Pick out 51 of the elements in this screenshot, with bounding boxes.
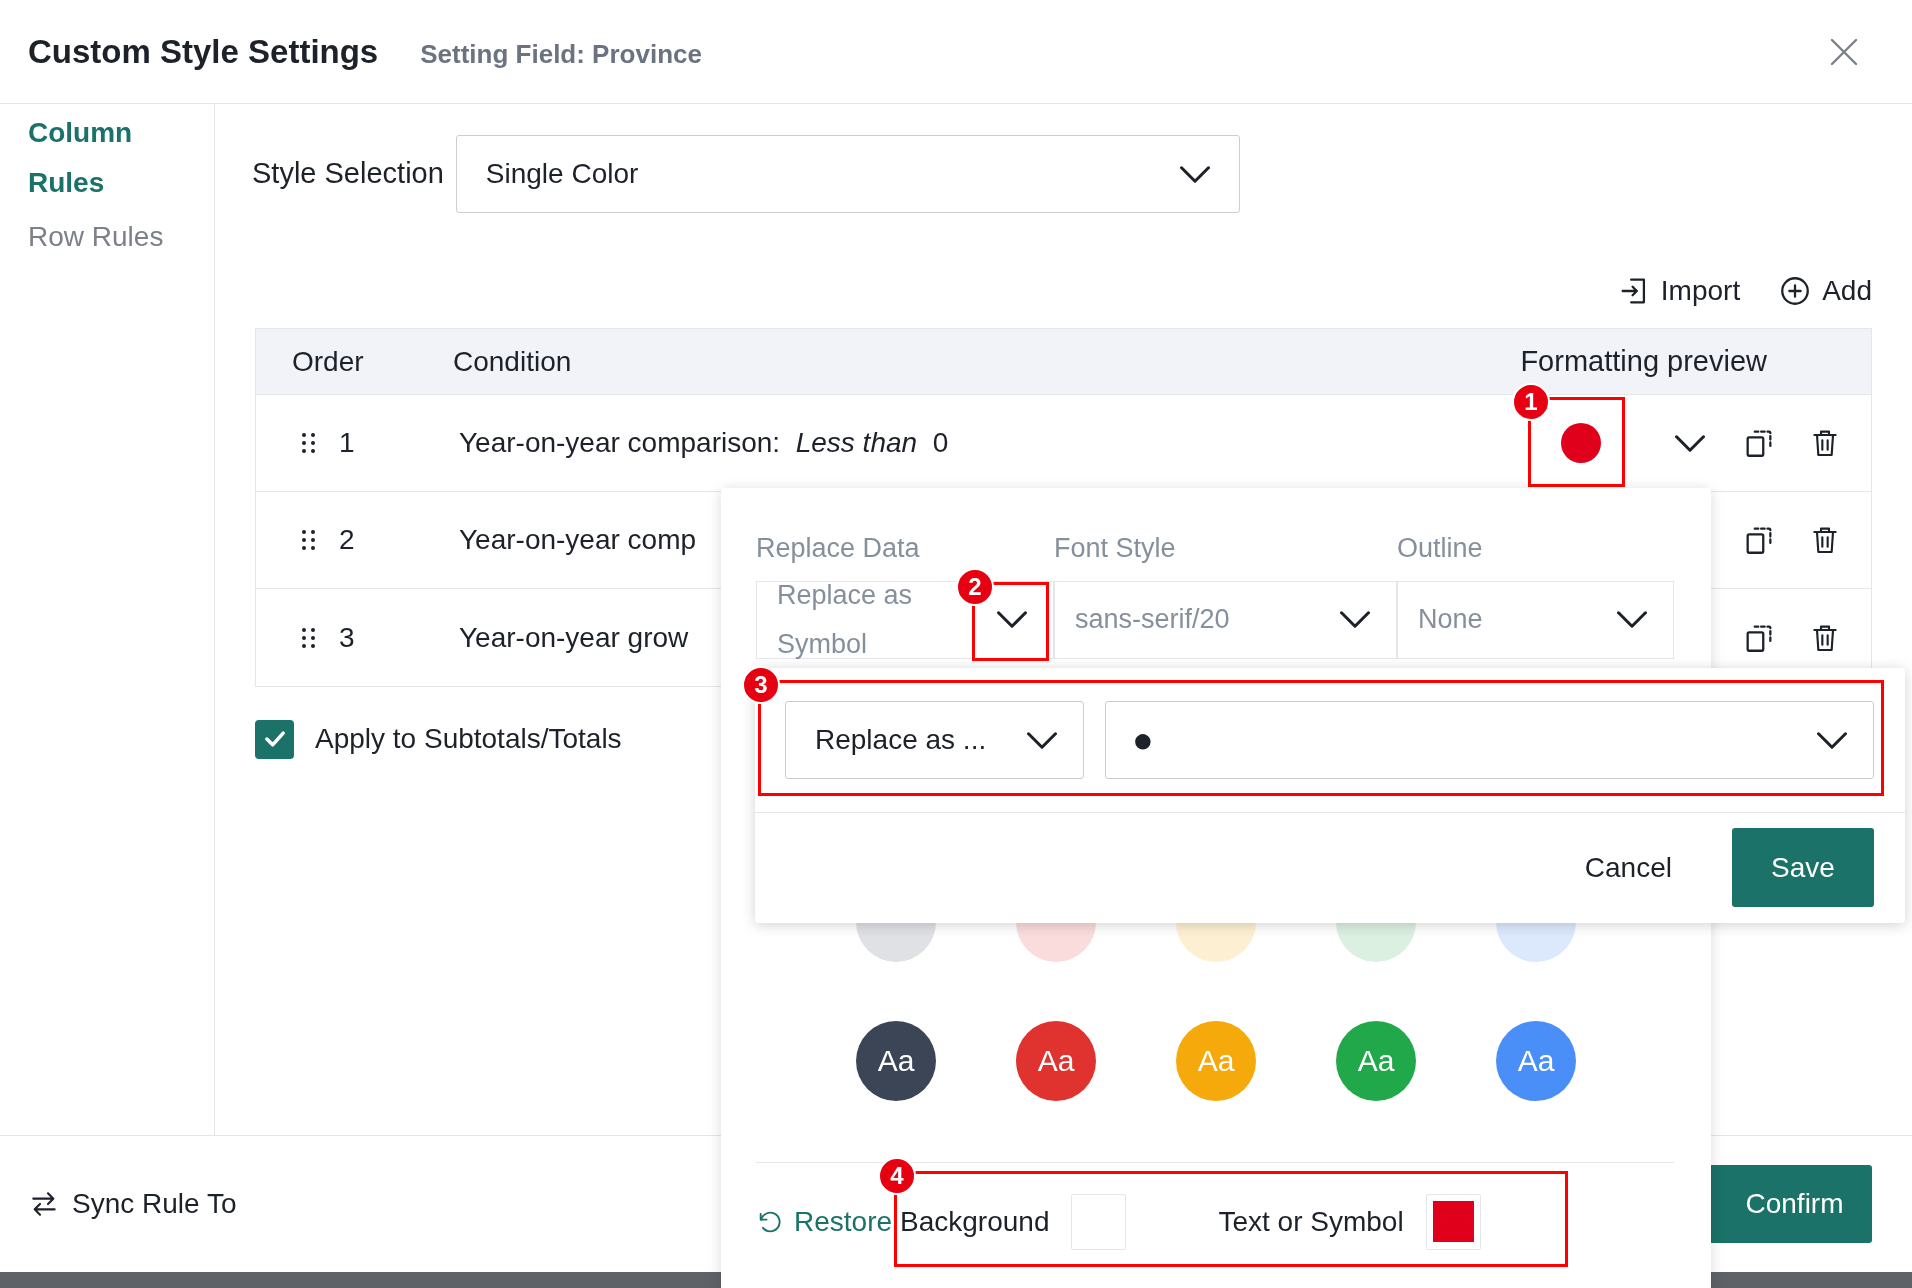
drag-handle-icon[interactable] bbox=[302, 530, 315, 550]
condition-cell-text: Year-on-year grow bbox=[459, 620, 689, 655]
select-field[interactable]: None bbox=[1397, 580, 1674, 659]
checkbox-label: Apply to Subtotals/Totals bbox=[315, 722, 622, 756]
color-swatch[interactable] bbox=[1071, 1193, 1127, 1250]
field-label: Replace Data bbox=[756, 532, 921, 565]
field-label: Font Style bbox=[1054, 532, 1177, 565]
add-button[interactable]: Add bbox=[1778, 270, 1872, 312]
expand-button[interactable] bbox=[1675, 434, 1705, 452]
checkbox[interactable] bbox=[255, 719, 294, 759]
cancel-button[interactable]: Cancel bbox=[1584, 846, 1672, 889]
save-button[interactable]: Save bbox=[1732, 828, 1874, 907]
column-header: Condition bbox=[453, 344, 573, 379]
condition-cell-text: Year-on-year comp bbox=[459, 523, 697, 557]
color-option[interactable]: Aa bbox=[1496, 1020, 1576, 1101]
chevron-down-icon bbox=[1675, 434, 1705, 452]
style-select[interactable]: Single Color bbox=[455, 135, 1240, 213]
symbol-select[interactable]: ● bbox=[1105, 701, 1874, 779]
sidebar-item[interactable]: Row Rules bbox=[28, 212, 214, 262]
color-swatch[interactable] bbox=[1425, 1193, 1481, 1250]
color-option[interactable]: Aa bbox=[856, 1020, 936, 1101]
chevron-down-icon bbox=[1617, 611, 1647, 628]
chevron-down-icon bbox=[997, 611, 1027, 628]
select-field[interactable]: sans-serif/20 bbox=[1054, 580, 1397, 659]
import-button[interactable]: Import bbox=[1616, 270, 1741, 312]
drag-handle-icon[interactable] bbox=[302, 627, 315, 648]
field-label: Outline bbox=[1397, 532, 1484, 565]
replace-mode-select[interactable]: Replace as ... bbox=[785, 701, 1084, 779]
sync-rule-button[interactable]: Sync Rule To bbox=[28, 1183, 237, 1225]
swatch-label: Background bbox=[900, 1204, 1050, 1239]
chevron-down-icon bbox=[1817, 731, 1847, 749]
column-header: Order bbox=[292, 344, 365, 379]
sidebar-item[interactable]: Column Rules bbox=[28, 108, 158, 208]
condition-cell-text: Year-on-year comparison: Less than 0 bbox=[459, 426, 949, 460]
color-option[interactable]: Aa bbox=[1016, 1020, 1096, 1101]
column-header: Formatting preview bbox=[1520, 343, 1767, 379]
order-cell-text: 3 bbox=[339, 620, 356, 655]
order-cell-text: 2 bbox=[339, 523, 356, 557]
order-cell-text: 1 bbox=[339, 426, 356, 460]
chevron-down-icon bbox=[1340, 611, 1370, 628]
dialog-title: Custom Style Settings bbox=[28, 31, 379, 72]
field-label: Style Selection bbox=[252, 156, 444, 192]
drag-handle-icon[interactable] bbox=[302, 433, 315, 453]
restore-button[interactable]: Restore bbox=[756, 1200, 893, 1243]
annotation-badge: 1 bbox=[1512, 383, 1550, 421]
color-option[interactable]: Aa bbox=[1336, 1020, 1416, 1101]
chevron-down-icon bbox=[1027, 731, 1057, 749]
chevron-down-icon bbox=[1179, 165, 1210, 183]
swatch-label: Text or Symbol bbox=[1218, 1204, 1404, 1239]
symbol-text: ● bbox=[1132, 718, 1154, 762]
dialog-subtitle: Setting Field: Province bbox=[420, 38, 702, 71]
